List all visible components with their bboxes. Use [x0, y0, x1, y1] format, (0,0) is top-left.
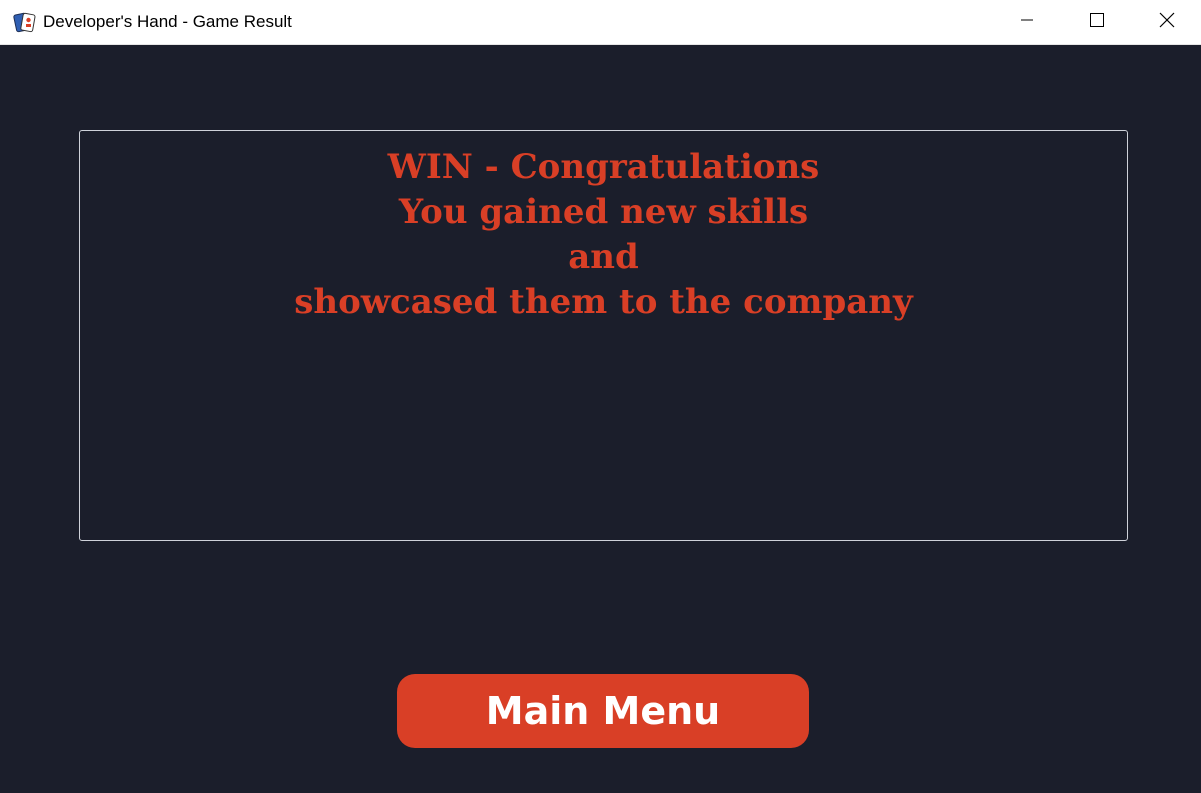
- close-button[interactable]: [1132, 0, 1201, 44]
- result-line-4: showcased them to the company: [294, 282, 913, 322]
- result-line-1: WIN - Congratulations: [387, 147, 820, 187]
- game-result-window: Developer's Hand - Game Result WIN - Con…: [0, 0, 1201, 793]
- result-message: WIN - Congratulations You gained new ski…: [80, 145, 1127, 325]
- maximize-button[interactable]: [1062, 0, 1132, 44]
- title-bar[interactable]: Developer's Hand - Game Result: [0, 0, 1201, 45]
- minimize-icon: [1021, 13, 1033, 31]
- window-title: Developer's Hand - Game Result: [43, 12, 292, 31]
- main-menu-button[interactable]: Main Menu: [397, 674, 809, 748]
- close-icon: [1159, 12, 1175, 33]
- result-line-3: and: [568, 237, 639, 277]
- playing-cards-icon: [13, 11, 37, 35]
- main-menu-button-label: Main Menu: [485, 689, 721, 733]
- content-area: WIN - Congratulations You gained new ski…: [0, 45, 1201, 793]
- maximize-icon: [1090, 12, 1104, 32]
- result-line-2: You gained new skills: [398, 192, 809, 232]
- result-panel: WIN - Congratulations You gained new ski…: [79, 130, 1128, 541]
- minimize-button[interactable]: [992, 0, 1062, 44]
